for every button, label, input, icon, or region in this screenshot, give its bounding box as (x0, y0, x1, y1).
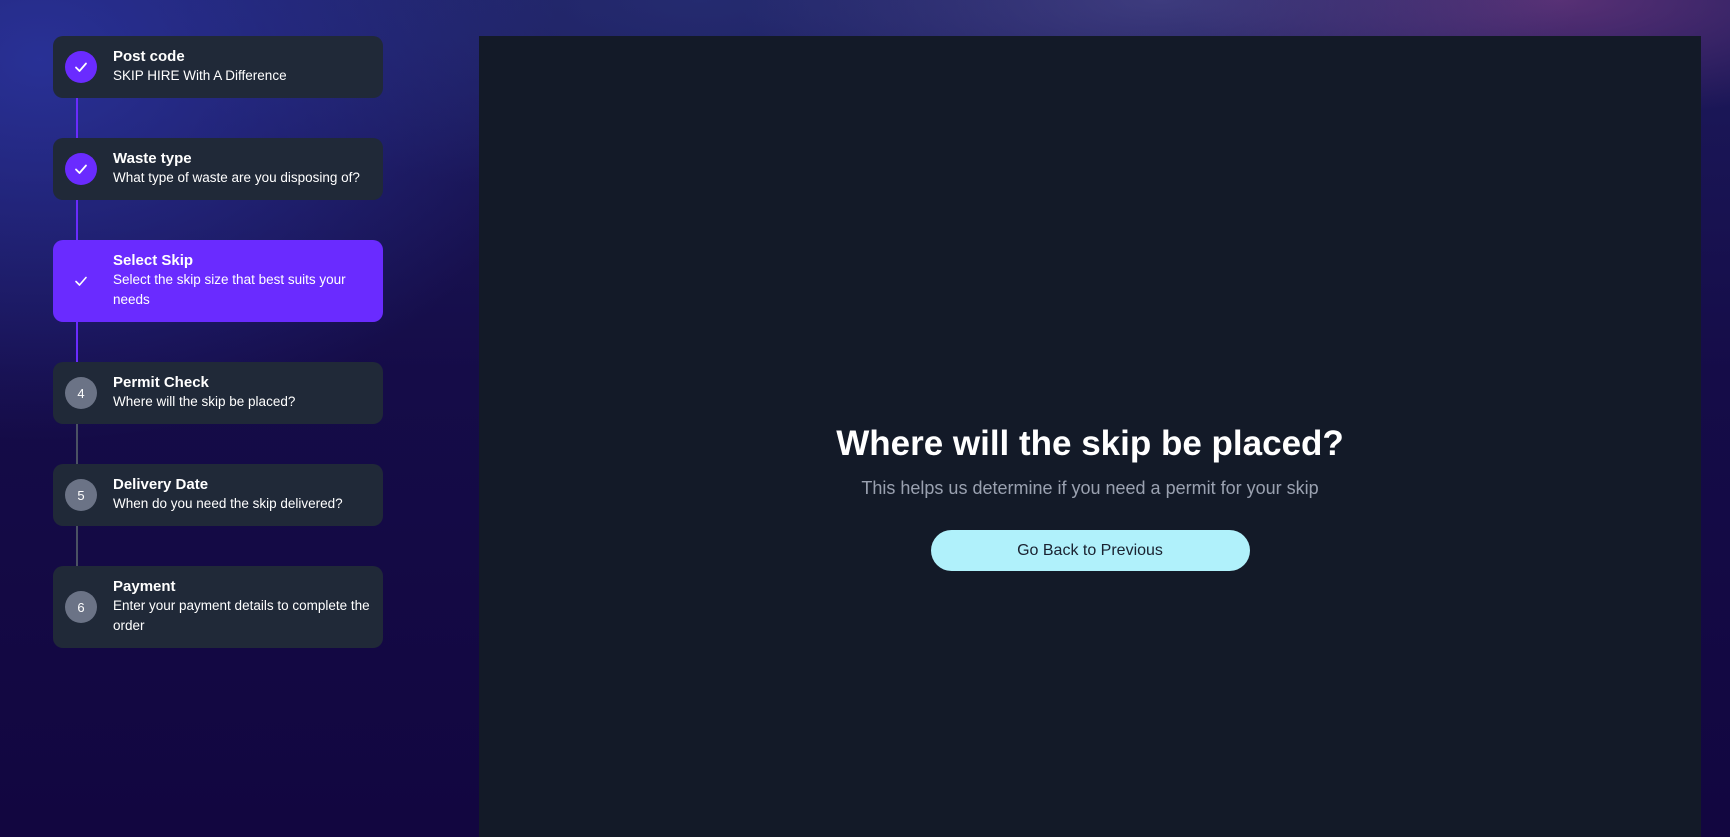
step-title: Payment (113, 578, 176, 595)
step-active-badge (65, 265, 97, 297)
step-title: Select Skip (113, 252, 194, 269)
step-permit-check[interactable]: 4 Permit Check Where will the skip be pl… (53, 362, 383, 424)
permit-check-prompt: Where will the skip be placed? This help… (479, 422, 1701, 571)
step-connector (76, 424, 78, 464)
step-complete-badge (65, 51, 97, 83)
step-description: When do you need the skip delivered? (113, 496, 343, 511)
step-title: Waste type (113, 150, 192, 167)
step-waste-type[interactable]: Waste type What type of waste are you di… (53, 138, 383, 200)
main-panel: Where will the skip be placed? This help… (479, 36, 1701, 837)
step-complete-badge (65, 153, 97, 185)
step-title: Post code (113, 48, 185, 65)
page-subtitle: This helps us determine if you need a pe… (861, 478, 1319, 498)
step-title: Delivery Date (113, 476, 209, 493)
step-connector (76, 526, 78, 566)
step-payment[interactable]: 6 Payment Enter your payment details to … (53, 566, 383, 648)
check-icon (75, 62, 87, 72)
step-post-code[interactable]: Post code SKIP HIRE With A Difference (53, 36, 383, 98)
step-connector (76, 98, 78, 138)
step-number-badge: 6 (65, 591, 97, 623)
step-connector (76, 200, 78, 240)
go-back-button[interactable]: Go Back to Previous (930, 530, 1250, 571)
step-title: Permit Check (113, 374, 209, 391)
step-delivery-date[interactable]: 5 Delivery Date When do you need the ski… (53, 464, 383, 526)
step-description: Where will the skip be placed? (113, 394, 296, 409)
check-icon (75, 164, 87, 174)
progress-stepper: Post code SKIP HIRE With A Difference Wa… (53, 36, 383, 648)
step-description: SKIP HIRE With A Difference (113, 68, 287, 83)
step-number-badge: 5 (65, 479, 97, 511)
step-description: Enter your payment details to complete t… (113, 598, 370, 633)
page-title: Where will the skip be placed? (836, 424, 1344, 463)
step-description: What type of waste are you disposing of? (113, 170, 360, 185)
step-number-badge: 4 (65, 377, 97, 409)
step-connector (76, 322, 78, 362)
step-description: Select the skip size that best suits you… (113, 272, 346, 307)
check-icon (75, 276, 87, 286)
step-select-skip[interactable]: Select Skip Select the skip size that be… (53, 240, 383, 322)
